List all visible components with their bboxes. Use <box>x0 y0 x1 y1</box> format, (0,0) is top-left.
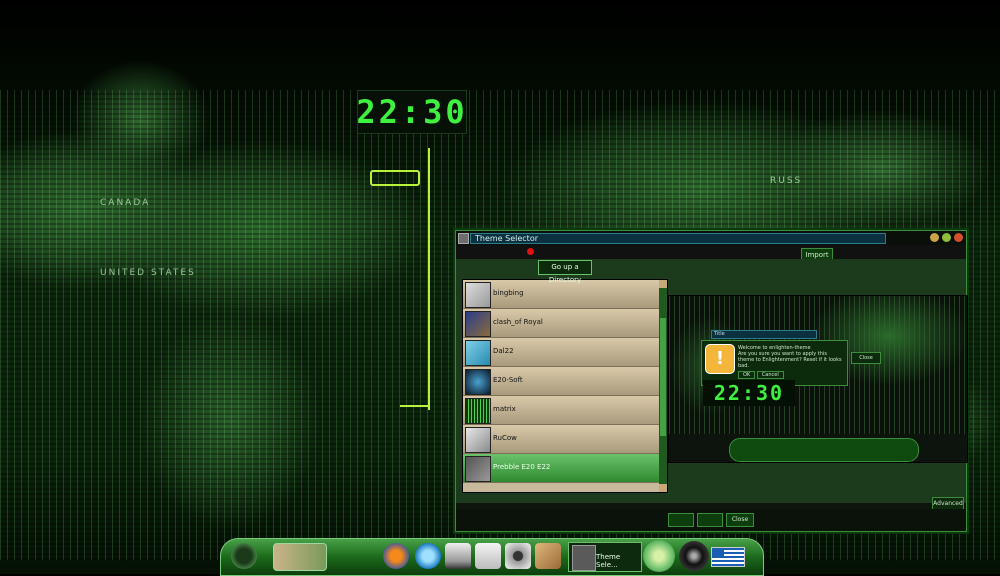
list-item[interactable]: matrix <box>463 396 659 425</box>
list-item[interactable]: clash_of Royal <box>463 309 659 338</box>
theme-name: matrix <box>493 405 516 413</box>
warning-icon: ! <box>705 344 735 374</box>
go-up-icon[interactable] <box>527 248 534 255</box>
route-marker <box>370 170 420 186</box>
theme-list[interactable]: bingbing clash_of Royal Dal22 E20-Soft m… <box>462 279 668 493</box>
theme-name: E20-Soft <box>493 376 523 384</box>
preview-ok-button: OK <box>738 371 756 379</box>
taskbar-item-label: Theme Sele... <box>596 553 621 569</box>
preview-dialog-message: Welcome to enlighten-theme Are you sure … <box>738 345 842 379</box>
theme-thumbnail <box>465 398 491 424</box>
list-item[interactable]: Dal22 <box>463 338 659 367</box>
task-icon <box>572 545 596 571</box>
desktop-clock-time: 22:30 <box>356 93 468 131</box>
preview-close-button: Close <box>851 352 881 364</box>
theme-selector-window: Theme Selector Import bingbing clash_of … <box>455 230 968 532</box>
browser-icon[interactable] <box>415 543 441 569</box>
package-icon[interactable] <box>535 543 561 569</box>
close-button[interactable]: Close <box>726 513 754 527</box>
theme-thumbnail <box>465 311 491 337</box>
preview-dialog-body: Are you sure you want to apply this them… <box>738 351 842 369</box>
map-label-canada: CANADA <box>100 198 151 208</box>
window-toolbar <box>456 245 966 260</box>
clock-icon[interactable] <box>643 540 675 572</box>
list-item-selected[interactable]: Prebble E20 E22 <box>463 454 659 483</box>
blank-button-1[interactable] <box>668 513 694 527</box>
theme-thumbnail <box>465 427 491 453</box>
terminal-icon[interactable] <box>445 543 471 569</box>
preview-clock: 22:30 <box>703 380 795 406</box>
theme-preview: Title ! Welcome to enlighten-theme Are y… <box>668 295 968 463</box>
compass-icon[interactable] <box>679 541 709 571</box>
preview-cancel-button: Cancel <box>756 371 784 379</box>
theme-name: bingbing <box>493 289 524 297</box>
preview-dialog-title: Title <box>711 330 817 339</box>
start-menu-icon[interactable] <box>231 543 257 569</box>
window-titlebar[interactable]: Theme Selector <box>456 231 966 245</box>
map-label-russia: RUSS <box>770 176 803 186</box>
route-line <box>428 148 430 410</box>
blank-button-2[interactable] <box>697 513 723 527</box>
window-title: Theme Selector <box>470 233 886 244</box>
scroll-up-icon[interactable] <box>659 280 667 288</box>
route-line-bottom <box>400 405 428 407</box>
theme-thumbnail <box>465 456 491 482</box>
theme-list-scrollbar[interactable] <box>659 280 667 492</box>
firefox-icon[interactable] <box>383 543 409 569</box>
list-item[interactable]: E20-Soft <box>463 367 659 396</box>
map-label-united-states: UNITED STATES <box>100 268 196 278</box>
theme-thumbnail <box>465 340 491 366</box>
minimize-icon[interactable] <box>930 233 939 242</box>
theme-name: Dal22 <box>493 347 514 355</box>
greece-flag-icon[interactable] <box>711 547 745 567</box>
close-window-icon[interactable] <box>954 233 963 242</box>
theme-name: Prebble E20 E22 <box>493 463 551 471</box>
preview-dock <box>729 438 919 462</box>
desktop-clock: 22:30 <box>356 90 468 134</box>
list-item[interactable]: RuCow <box>463 425 659 454</box>
dock-shelf: Theme Sele... <box>220 538 764 576</box>
disk-icon[interactable] <box>505 543 531 569</box>
taskbar-item-theme-selector[interactable]: Theme Sele... <box>568 542 642 572</box>
theme-thumbnail <box>465 369 491 395</box>
files-icon[interactable] <box>475 543 501 569</box>
theme-name: clash_of Royal <box>493 318 543 326</box>
go-up-tooltip: Go up a Directory <box>538 260 592 284</box>
window-bottom-bar: Close <box>456 509 966 531</box>
window-icon[interactable] <box>458 233 469 244</box>
scroll-down-icon[interactable] <box>659 484 667 492</box>
theme-name: RuCow <box>493 434 517 442</box>
theme-thumbnail <box>465 282 491 308</box>
scrollbar-thumb[interactable] <box>660 318 666 436</box>
window-content: bingbing clash_of Royal Dal22 E20-Soft m… <box>456 259 968 503</box>
pager-icon[interactable] <box>273 543 327 571</box>
maximize-icon[interactable] <box>942 233 951 242</box>
